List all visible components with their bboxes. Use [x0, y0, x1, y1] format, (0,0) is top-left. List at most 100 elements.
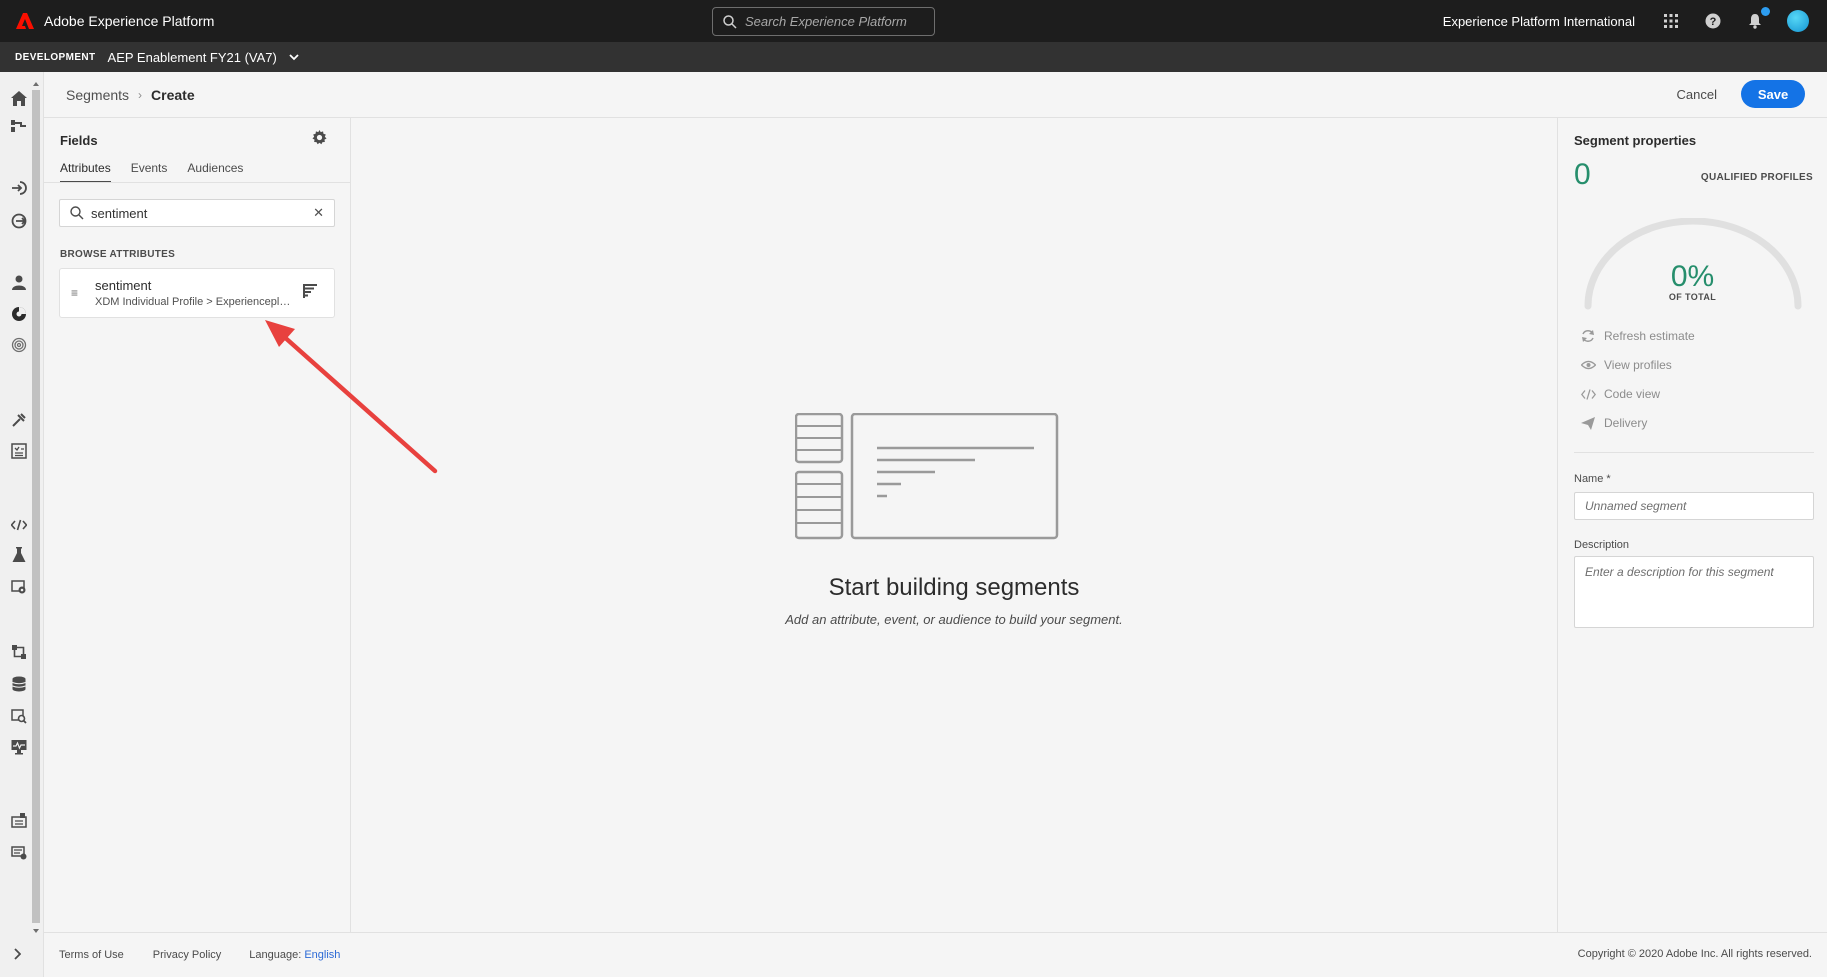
sandbox-bar: DEVELOPMENT AEP Enablement FY21 (VA7) [0, 42, 1827, 72]
attribute-result-card[interactable]: ≡ sentiment XDM Individual Profile > Exp… [59, 268, 335, 318]
gauge-percentage: 0% [1670, 260, 1715, 293]
cancel-button[interactable]: Cancel [1677, 87, 1717, 102]
schemas-icon[interactable] [9, 410, 29, 430]
sandbox-switcher[interactable]: AEP Enablement FY21 (VA7) [108, 50, 277, 65]
code-icon[interactable] [9, 515, 29, 535]
nav-scrollbar[interactable] [30, 80, 40, 935]
code-view-label: Code view [1604, 387, 1661, 401]
data-flow-icon[interactable] [9, 642, 29, 662]
svg-text:?: ? [1710, 16, 1717, 28]
drag-handle-icon[interactable]: ≡ [71, 286, 78, 300]
left-nav-rail [0, 72, 44, 977]
lab-flask-icon[interactable] [9, 545, 29, 565]
breadcrumb: Segments › Create [66, 87, 195, 103]
code-icon [1580, 388, 1596, 400]
breadcrumb-segments-link[interactable]: Segments [66, 87, 129, 103]
view-profiles-label: View profiles [1604, 358, 1672, 372]
nav-scrollbar-thumb[interactable] [32, 90, 40, 923]
attribute-path: XDM Individual Profile > Experienceplatf… [95, 296, 293, 308]
scroll-down-icon[interactable] [31, 927, 41, 935]
clear-search-icon[interactable]: ✕ [313, 205, 324, 221]
notifications-bell-icon[interactable] [1745, 7, 1770, 31]
qualified-profiles-label: QUALIFIED PROFILES [1700, 172, 1813, 183]
notification-dot [1761, 7, 1770, 16]
fields-tabs: Attributes Events Audiences [60, 161, 263, 183]
paper-plane-icon [1580, 416, 1596, 430]
queries-icon[interactable] [9, 706, 29, 726]
global-search-input[interactable] [745, 14, 925, 29]
gauge-of-total-label: OF TOTAL [1668, 292, 1717, 302]
user-avatar[interactable] [1787, 10, 1809, 32]
code-view-action[interactable]: Code view [1580, 387, 1660, 401]
view-profiles-action[interactable]: View profiles [1580, 358, 1672, 372]
privacy-policy-link[interactable]: Privacy Policy [153, 949, 221, 961]
name-label: Name * [1574, 473, 1611, 485]
identities-fingerprint-icon[interactable] [9, 335, 29, 355]
qualified-profiles-count: 0 [1574, 158, 1591, 191]
delivery-action[interactable]: Delivery [1580, 416, 1647, 430]
datasets-checklist-icon[interactable] [9, 441, 29, 461]
segment-description-input[interactable] [1574, 556, 1814, 628]
segments-icon[interactable] [9, 304, 29, 324]
fields-title: Fields [60, 133, 98, 148]
scroll-up-icon[interactable] [31, 80, 41, 88]
tab-events[interactable]: Events [131, 161, 168, 183]
expand-nav-chevron-icon[interactable] [13, 947, 22, 963]
description-label: Description [1574, 539, 1630, 551]
segment-canvas[interactable]: Start building segments Add an attribute… [351, 118, 1557, 932]
properties-divider [1574, 452, 1814, 453]
data-governance-icon[interactable] [9, 810, 29, 830]
field-search[interactable]: ✕ [59, 199, 335, 227]
monitoring-icon[interactable] [9, 737, 29, 757]
empty-state-title: Start building segments [828, 574, 1080, 601]
search-icon [70, 206, 84, 220]
delivery-label: Delivery [1604, 416, 1648, 430]
policies-icon[interactable] [9, 842, 29, 862]
copyright: Copyright © 2020 Adobe Inc. All rights r… [1577, 948, 1812, 960]
attribute-name: sentiment [95, 278, 152, 293]
empty-state-illustration [795, 413, 1059, 540]
eye-icon [1580, 360, 1596, 370]
database-icon[interactable] [9, 674, 29, 694]
terms-of-use-link[interactable]: Terms of Use [59, 949, 124, 961]
refresh-estimate-label: Refresh estimate [1604, 329, 1695, 343]
tabs-divider [44, 182, 350, 183]
breadcrumb-current: Create [151, 86, 195, 103]
footer: Terms of Use Privacy Policy Language: En… [44, 932, 1827, 977]
destinations-icon[interactable] [9, 211, 29, 231]
help-icon[interactable]: ? [1703, 11, 1723, 31]
annotation-arrow [265, 320, 438, 474]
app-switcher-icon[interactable] [1661, 11, 1681, 31]
save-button[interactable]: Save [1741, 80, 1805, 108]
global-search[interactable] [712, 7, 935, 36]
sandbox-type-badge: DEVELOPMENT [15, 51, 96, 63]
segment-properties-panel: Segment properties 0 QUALIFIED PROFILES … [1557, 118, 1827, 932]
settings-monitor-icon[interactable] [9, 577, 29, 597]
refresh-icon [1580, 329, 1596, 343]
workflows-icon[interactable] [9, 116, 29, 136]
segment-name-input[interactable] [1574, 492, 1814, 520]
language-selector[interactable]: Language: English [249, 949, 340, 961]
field-search-input[interactable] [91, 205, 311, 221]
profiles-icon[interactable] [9, 272, 29, 292]
properties-title: Segment properties [1574, 133, 1697, 148]
language-value[interactable]: English [304, 949, 340, 961]
home-icon[interactable] [9, 88, 29, 108]
language-label: Language: [249, 949, 302, 961]
tab-attributes[interactable]: Attributes [60, 161, 111, 183]
org-switcher[interactable]: Experience Platform International [1443, 14, 1635, 29]
fields-panel: Fields Attributes Events Audiences ✕ BRO… [44, 118, 351, 932]
tab-audiences[interactable]: Audiences [187, 161, 243, 183]
gauge-readout: 0% OF TOTAL [1607, 260, 1778, 302]
search-icon [723, 14, 737, 29]
global-nav-bar: Adobe Experience Platform Experience Pla… [0, 0, 1827, 42]
refresh-estimate-action[interactable]: Refresh estimate [1580, 329, 1695, 343]
empty-state-subtitle: Add an attribute, event, or audience to … [785, 612, 1123, 627]
attribute-details-icon[interactable] [303, 284, 317, 301]
page-header: Segments › Create Cancel Save [44, 72, 1827, 118]
chevron-down-icon[interactable] [289, 53, 299, 61]
brand[interactable]: Adobe Experience Platform [16, 13, 214, 29]
gear-icon[interactable] [312, 130, 327, 148]
browse-attributes-label: BROWSE ATTRIBUTES [60, 249, 176, 260]
sources-icon[interactable] [9, 178, 29, 198]
